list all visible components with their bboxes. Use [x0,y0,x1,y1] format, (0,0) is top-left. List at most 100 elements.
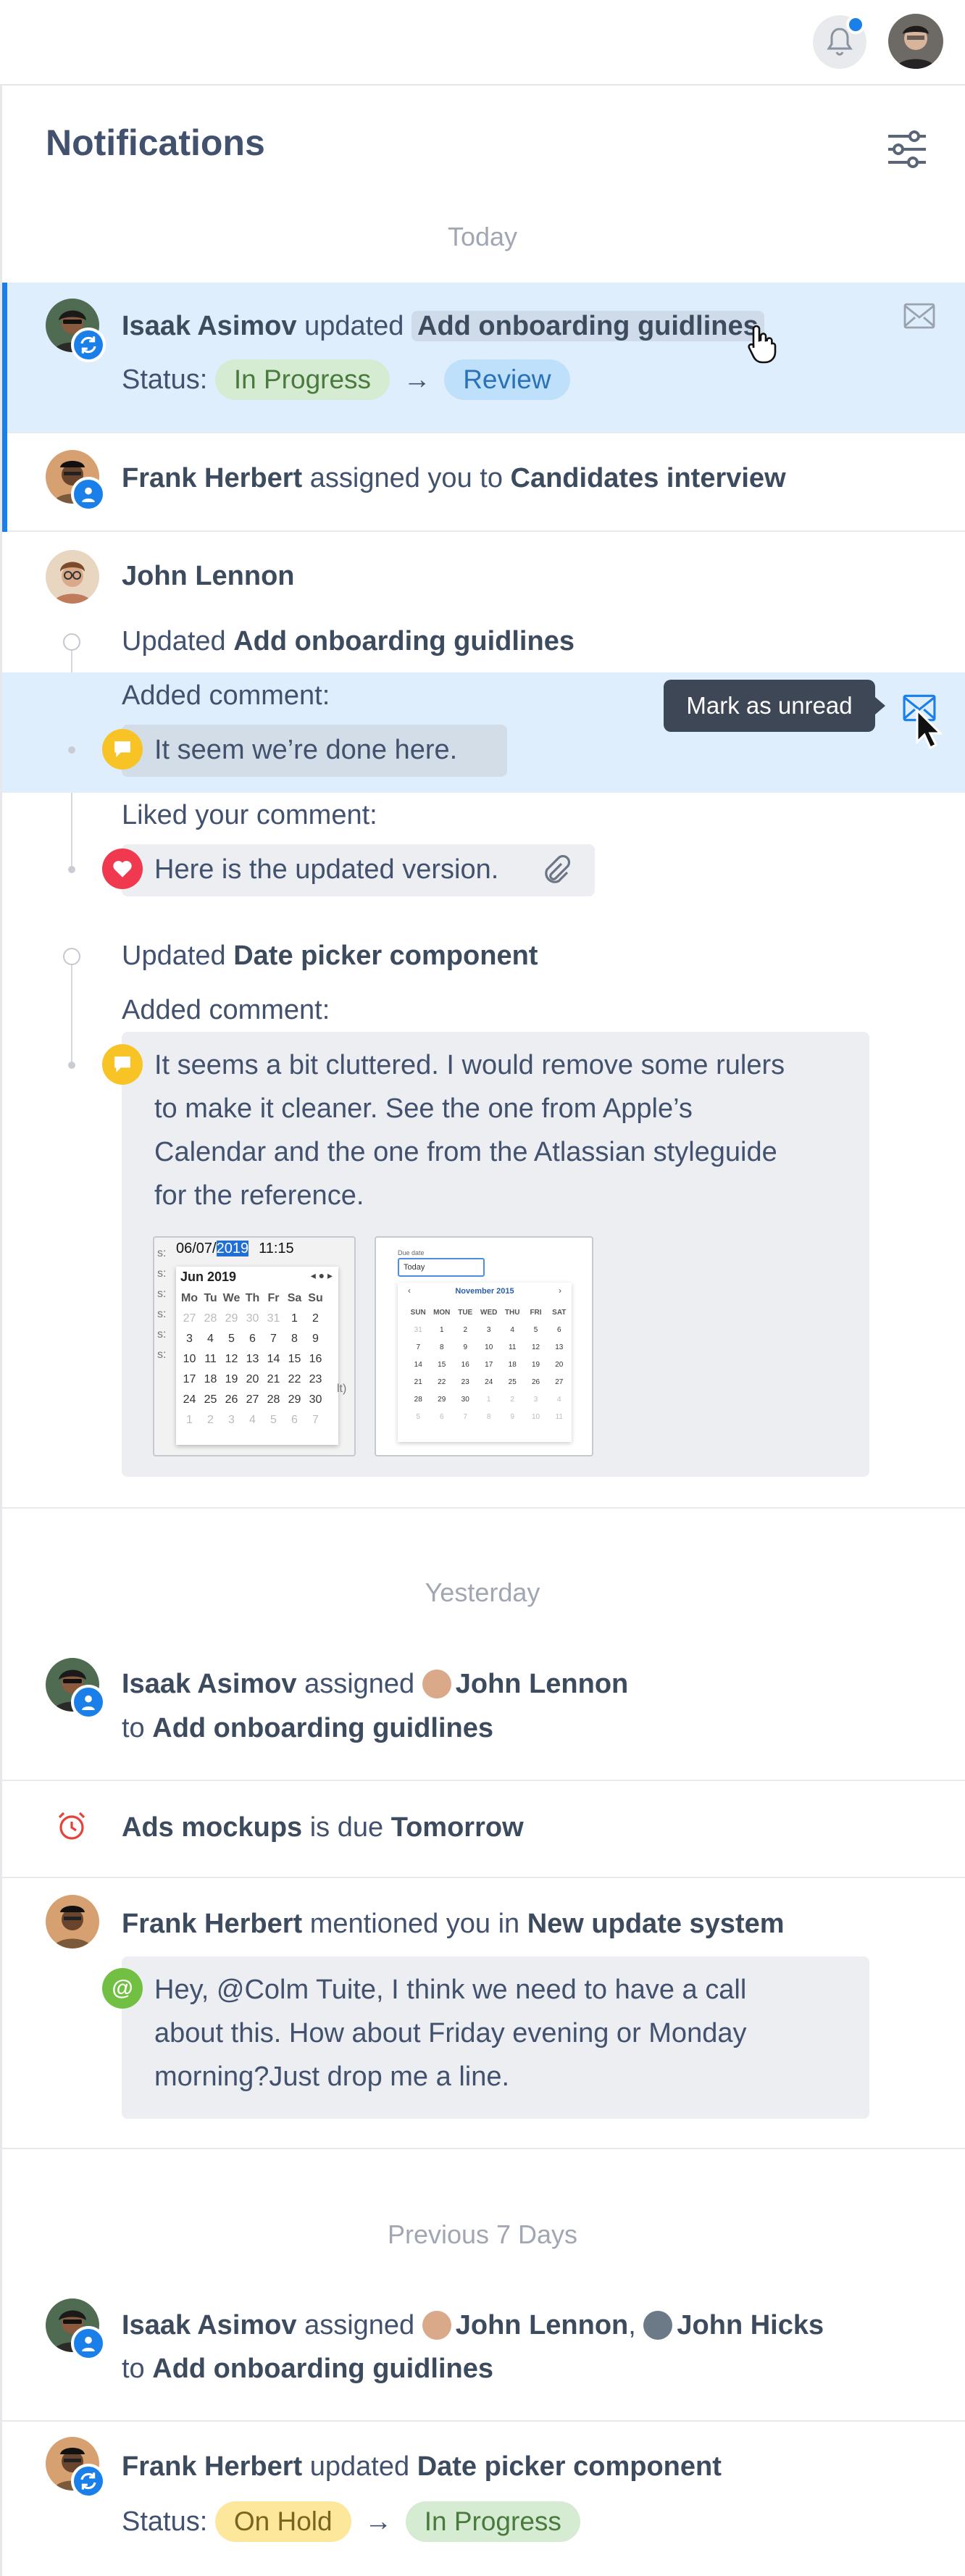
weekday-label: Sa [287,1292,302,1304]
activity-label: Liked your comment: [122,800,377,830]
user-icon [82,487,95,502]
actor-name[interactable]: Frank Herbert [122,463,302,493]
calendar-day: 5 [270,1414,277,1426]
target-link[interactable]: Ads mockups [122,1812,302,1843]
target-link[interactable]: New update system [527,1909,785,1939]
calendar-day: 15 [288,1353,301,1365]
target-link[interactable]: Add onboarding guidlines [233,626,575,656]
calendar-day: 10 [183,1353,196,1365]
alarm-clock-icon [58,1812,85,1840]
target-link[interactable]: Add onboarding guidlines [412,311,764,341]
notification-text: Isaak Asimov updated Add onboarding guid… [122,307,764,346]
notifications-button[interactable] [813,15,866,69]
actor-name[interactable]: Isaak Asimov [122,1669,297,1699]
weekday-label: SAT [552,1308,567,1317]
weekday-label: THU [504,1308,520,1317]
calendar-day: 25 [204,1393,217,1406]
heart-icon [113,861,132,878]
calendar-day: 27 [555,1377,564,1386]
timeline-dot [68,1062,75,1069]
calendar-day: 21 [267,1373,280,1385]
calendar-day: 23 [461,1377,469,1386]
calendar-day: 6 [249,1333,256,1345]
sync-icon [74,330,103,359]
user-icon [82,1695,95,1710]
calendar-day: 5 [533,1325,538,1334]
timeline-line [71,964,72,1065]
calendar-day: 20 [246,1373,259,1385]
notification-text: Frank Herbert updated Date picker compon… [122,2451,722,2482]
weekday-label: FRI [530,1308,542,1317]
notification-item[interactable] [2,283,965,433]
status-to: In Progress [405,2501,580,2543]
calendar-day: 1 [186,1414,193,1426]
calendar-day: 8 [486,1412,491,1421]
calendar-day: 25 [508,1377,517,1386]
attachment-thumbnail-2[interactable]: Due date Today November 2015 ‹ › SUN MON TU… [375,1236,593,1456]
actor-name[interactable]: Frank Herbert [122,2451,302,2482]
like-badge [102,849,143,889]
calendar-day: 31 [414,1325,422,1334]
calendar-day: 12 [531,1343,540,1351]
calendar-day: 1 [486,1395,491,1404]
thumb-calendar: November 2015 ‹ › SUN MON TUE WED THU FRI SAT 31… [398,1283,572,1442]
user-avatar[interactable] [888,14,943,69]
weekday-label: Fr [267,1292,280,1304]
person-name[interactable]: John Hicks [677,2310,824,2341]
notification-item[interactable] [2,2422,965,2576]
notification-text: Frank Herbert mentioned you in New updat… [122,1909,785,1939]
attachment-thumbnail-1[interactable]: s: s: s: s: s: s: 06/07/2019 11:15 Jun 2019 ◂ … [153,1236,356,1456]
target-link[interactable]: Date picker component [417,2451,722,2482]
calendar-day: 14 [267,1353,280,1365]
person-name[interactable]: John Lennon [456,1669,629,1699]
target-link[interactable]: Add onboarding guidlines [152,1713,493,1743]
target-link[interactable]: Candidates interview [511,463,786,493]
timeline-node [63,948,80,965]
calendar-day: 1 [439,1325,444,1334]
weekday-label: SUN [410,1308,426,1317]
comment-badge [102,1044,143,1085]
weekday-label: Th [245,1292,260,1304]
weekday-label: We [222,1292,241,1304]
inline-avatar [643,2311,673,2340]
calendar-day: 16 [461,1360,469,1369]
calendar-day: 11 [204,1353,217,1365]
calendar-day: 7 [463,1412,467,1421]
notification-text: Isaak Asimov assigned John Lennon, John … [122,2310,824,2341]
avatar-frank [46,1895,99,1948]
calendar-day: 2 [207,1414,214,1426]
unread-indicator [2,283,7,433]
calendar-day: 19 [531,1360,540,1369]
calendar-day: 21 [414,1377,422,1386]
actor-name[interactable]: Frank Herbert [122,1909,302,1939]
calendar-day: 14 [414,1360,422,1369]
mail-icon[interactable] [903,303,935,329]
status-from: On Hold [214,2501,351,2543]
tooltip: Mark as unread [664,680,885,732]
calendar-day: 23 [309,1373,322,1385]
person-name[interactable]: John Lennon [456,2310,629,2341]
actor-name[interactable]: Isaak Asimov [122,311,297,341]
timeline-node [63,633,80,651]
weekday-label: Su [308,1292,323,1304]
sync-icon [74,2467,103,2496]
target-link[interactable]: Add onboarding guidlines [152,2354,493,2384]
update-badge [71,2464,106,2498]
assign-badge [71,477,106,512]
calendar-day: 18 [204,1373,217,1385]
weekday-label: TUE [458,1308,473,1317]
calendar-day: 12 [225,1353,238,1365]
paperclip-icon [545,855,570,883]
calendar-day: 28 [204,1312,217,1325]
target-link[interactable]: Date picker component [233,941,538,971]
calendar-day: 6 [439,1412,444,1421]
filter-button[interactable] [885,130,929,168]
actor-name[interactable]: John Lennon [122,557,295,596]
actor-name[interactable]: Isaak Asimov [122,2310,297,2341]
activity-text: Updated Date picker component [122,941,538,971]
comment-text: It seem we’re done here. [154,735,458,765]
calendar-day: 9 [463,1343,467,1351]
comment-text: Here is the updated version. [154,854,499,885]
calendar-day: 4 [510,1325,514,1334]
calendar-day: 8 [439,1343,444,1351]
